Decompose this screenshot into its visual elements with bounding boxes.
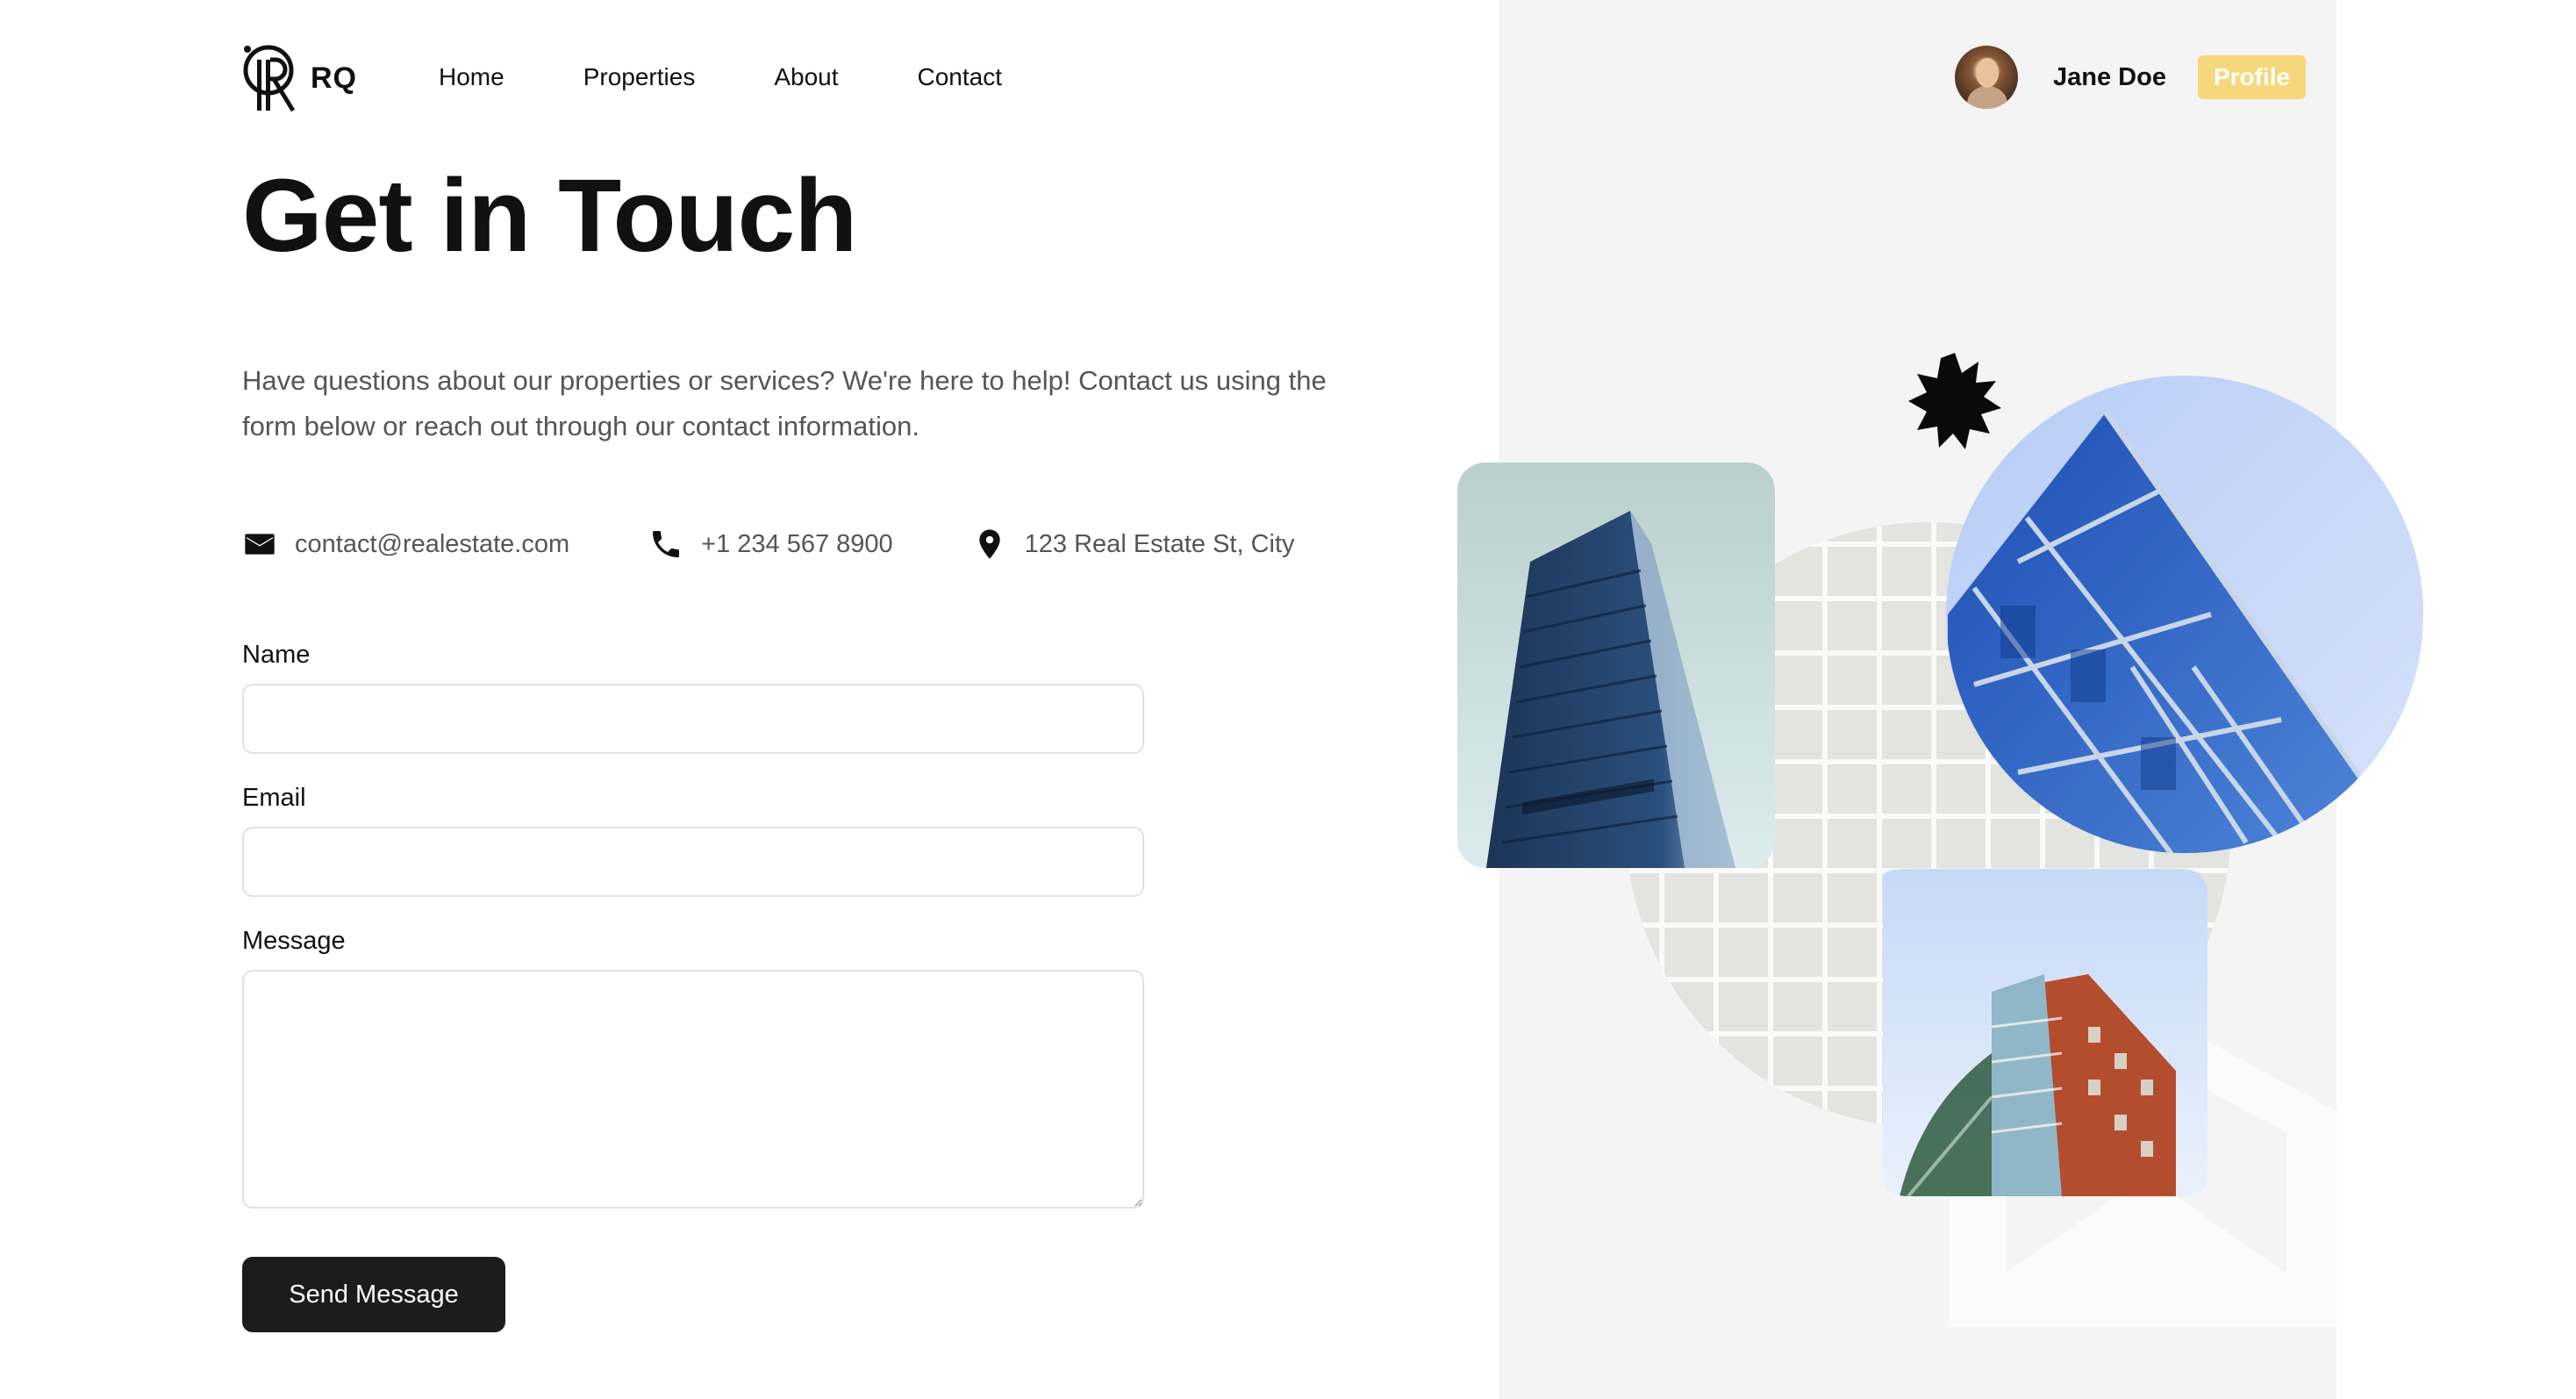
user-menu: Jane Doe Profile xyxy=(1955,46,2307,109)
nav-item-about[interactable]: About xyxy=(774,63,838,91)
contact-info: contact@realestate.com +1 234 567 8900 1… xyxy=(242,527,1295,562)
brand-name: RQ xyxy=(311,61,357,95)
email-input[interactable] xyxy=(242,827,1144,897)
contact-address-text: 123 Real Estate St, City xyxy=(1024,529,1295,558)
location-pin-icon xyxy=(979,529,1000,559)
logo-icon xyxy=(243,45,296,112)
avatar-body-shape xyxy=(1967,86,2007,109)
avatar[interactable] xyxy=(1955,46,2018,109)
contact-address[interactable]: 123 Real Estate St, City xyxy=(972,527,1295,562)
profile-button[interactable]: Profile xyxy=(2197,55,2307,99)
email-group: Email xyxy=(242,784,1144,897)
message-label: Message xyxy=(242,927,346,955)
hero-art-panel xyxy=(1499,0,2336,1399)
page-title: Get in Touch xyxy=(242,158,857,274)
nav-item-contact[interactable]: Contact xyxy=(918,63,1003,91)
message-textarea[interactable] xyxy=(242,970,1144,1209)
name-label: Name xyxy=(242,641,311,669)
brand-logo[interactable]: RQ xyxy=(242,44,357,112)
nav-item-home[interactable]: Home xyxy=(439,63,504,91)
contact-phone[interactable]: +1 234 567 8900 xyxy=(648,527,893,562)
message-group: Message xyxy=(242,927,1144,1213)
mail-icon xyxy=(245,534,275,555)
contact-email[interactable]: contact@realestate.com xyxy=(242,527,569,562)
main-nav: Home Properties About Contact xyxy=(439,63,1081,91)
page: RQ Home Properties About Contact Jane Do… xyxy=(0,0,2576,1399)
email-label: Email xyxy=(242,784,306,812)
name-group: Name xyxy=(242,641,1144,754)
avatar-face-shape xyxy=(1976,58,1999,88)
name-input[interactable] xyxy=(242,684,1144,754)
nav-item-properties[interactable]: Properties xyxy=(583,63,696,91)
contact-email-text: contact@realestate.com xyxy=(295,529,570,558)
contact-form: Name Email Message Send Message xyxy=(242,641,1144,1332)
phone-icon xyxy=(653,531,680,557)
send-message-button[interactable]: Send Message xyxy=(242,1257,505,1332)
user-name: Jane Doe xyxy=(2053,62,2166,91)
intro-text: Have questions about our properties or s… xyxy=(242,365,1327,441)
contact-phone-text: +1 234 567 8900 xyxy=(701,529,893,558)
